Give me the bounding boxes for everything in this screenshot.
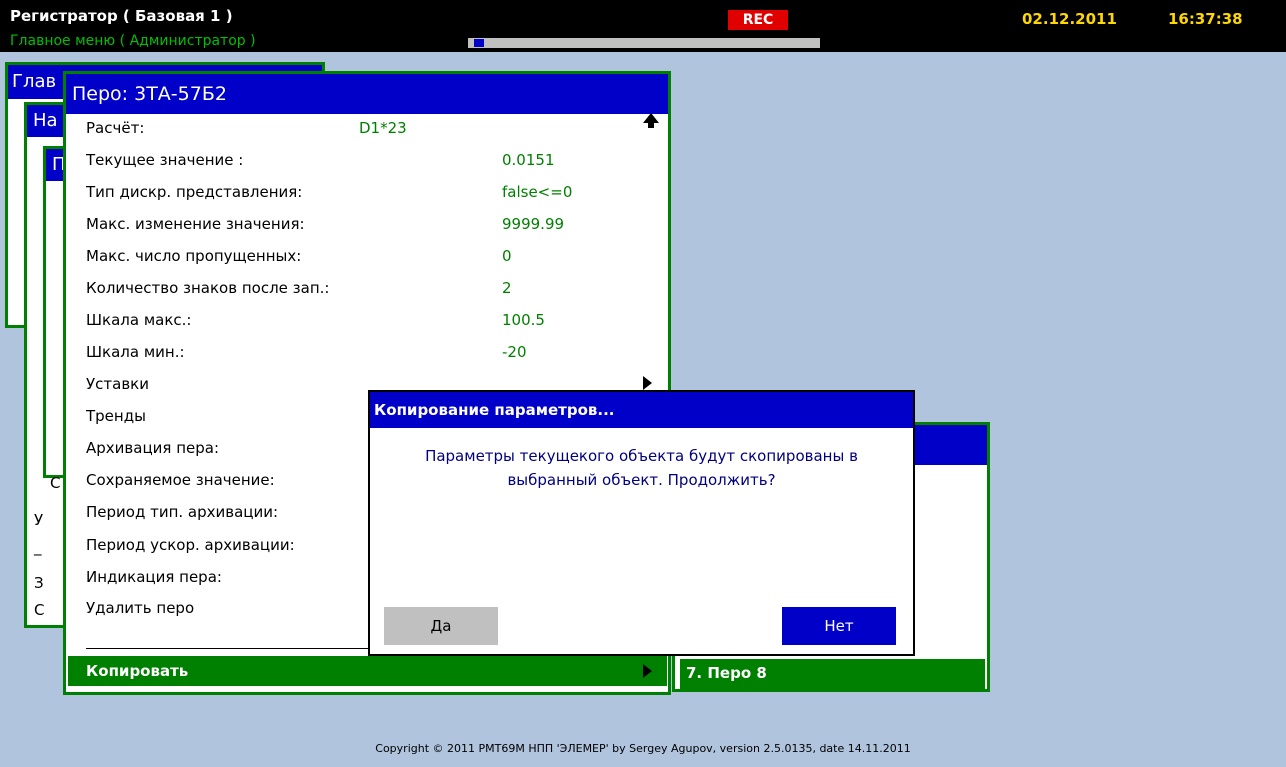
progress-bar — [468, 38, 820, 48]
copyright-text: Copyright © 2011 РМТ69М НПП 'ЭЛЕМЕР' by … — [375, 742, 911, 755]
progress-fill — [474, 39, 484, 47]
row-label-archiving[interactable]: Архивация пера: — [86, 439, 219, 457]
rec-indicator: REC — [728, 10, 788, 30]
copy-confirm-dialog: Копирование параметров... Параметры теку… — [368, 390, 915, 656]
pen-window-title: Перо: 3ТА-57Б2 — [66, 74, 668, 114]
row-label-setpoints[interactable]: Уставки — [86, 375, 149, 393]
row-value-scale-min: -20 — [502, 343, 527, 361]
menu-path: Главное меню ( Администратор ) — [10, 33, 256, 49]
dialog-title: Копирование параметров... — [370, 392, 913, 428]
row-value-scale-max: 100.5 — [502, 311, 545, 329]
copy-submenu-arrow-icon — [643, 664, 652, 678]
row-value-decimals: 2 — [502, 279, 512, 297]
row-label-delete-pen[interactable]: Удалить перо — [86, 599, 194, 617]
row-value-current-value: 0.0151 — [502, 151, 555, 169]
row-label-discrete-type[interactable]: Тип дискр. представления: — [86, 183, 302, 201]
bg-item-char: С — [34, 601, 45, 619]
app-title: Регистратор ( Базовая 1 ) — [10, 7, 233, 25]
scroll-up-icon-stem — [648, 122, 654, 128]
row-label-calc[interactable]: Расчёт: — [86, 119, 144, 137]
yes-button[interactable]: Да — [384, 607, 498, 645]
row-label-scale-min[interactable]: Шкала мин.: — [86, 343, 185, 361]
row-label-current-value[interactable]: Текущее значение : — [86, 151, 243, 169]
row-value-discrete-type: false<=0 — [502, 183, 573, 201]
submenu-item-pen-8-label: 7. Перо 8 — [686, 664, 767, 682]
row-value-max-change: 9999.99 — [502, 215, 565, 233]
bg-item-char: _ — [34, 538, 42, 556]
row-label-max-change[interactable]: Макс. изменение значения: — [86, 215, 305, 233]
row-label-pen-indication[interactable]: Индикация пера: — [86, 568, 222, 586]
bg-item-char: У — [34, 511, 44, 529]
dialog-message: Параметры текущекого объекта будут скопи… — [380, 444, 903, 492]
row-label-archive-period[interactable]: Период тип. архивации: — [86, 503, 278, 521]
row-label-max-skipped[interactable]: Макс. число пропущенных: — [86, 247, 301, 265]
time-display: 16:37:38 — [1168, 10, 1243, 28]
row-label-saved-value[interactable]: Сохраняемое значение: — [86, 471, 275, 489]
status-bar: Регистратор ( Базовая 1 ) Главное меню (… — [0, 0, 1286, 52]
bg-item-char: С — [50, 474, 61, 492]
submenu-arrow-icon — [643, 376, 652, 390]
row-value-calc: D1*23 — [359, 119, 407, 137]
no-button[interactable]: Нет — [782, 607, 896, 645]
row-label-decimals[interactable]: Количество знаков после зап.: — [86, 279, 329, 297]
date-display: 02.12.2011 — [1022, 10, 1117, 28]
copy-menu-label: Копировать — [86, 662, 189, 680]
row-label-trends[interactable]: Тренды — [86, 407, 146, 425]
row-label-scale-max[interactable]: Шкала макс.: — [86, 311, 191, 329]
dialog-message-line1: Параметры текущекого объекта будут скопи… — [425, 447, 858, 465]
row-label-fast-archive-period[interactable]: Период ускор. архивации: — [86, 536, 295, 554]
bg-item-char: З — [34, 574, 44, 592]
row-value-max-skipped: 0 — [502, 247, 512, 265]
dialog-message-line2: выбранный объект. Продолжить? — [507, 471, 776, 489]
